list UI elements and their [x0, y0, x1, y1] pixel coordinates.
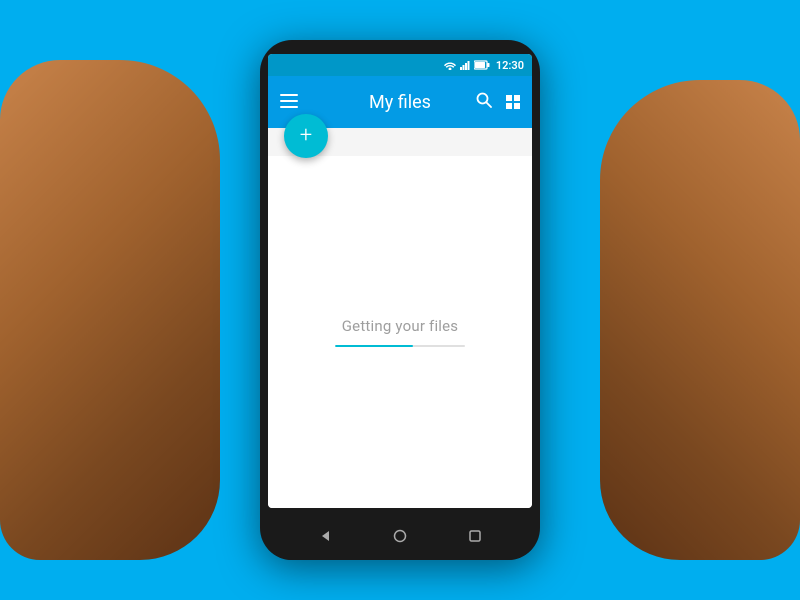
- content-area: Getting your files: [268, 156, 532, 508]
- recents-button[interactable]: [455, 516, 495, 556]
- home-button[interactable]: [380, 516, 420, 556]
- fab-plus-icon: +: [300, 125, 312, 147]
- battery-icon: [474, 60, 490, 70]
- status-bar: 12:30: [268, 54, 532, 76]
- nav-bar: [268, 512, 532, 560]
- phone: 12:30 My files: [260, 40, 540, 560]
- search-icon[interactable]: [476, 92, 492, 112]
- hand-left: [0, 60, 220, 560]
- progress-bar-fill: [335, 345, 413, 347]
- add-file-fab[interactable]: +: [284, 114, 328, 158]
- app-bar-right: [476, 92, 520, 112]
- hand-right: [600, 80, 800, 560]
- app-bar-left: [280, 94, 298, 111]
- signal-icon: [460, 60, 470, 70]
- phone-screen: 12:30 My files: [268, 54, 532, 508]
- loading-text: Getting your files: [342, 317, 458, 335]
- clock: 12:30: [496, 59, 524, 72]
- grid-view-icon[interactable]: [506, 95, 520, 109]
- hamburger-menu-icon[interactable]: [280, 94, 298, 111]
- fab-container: +: [268, 128, 532, 156]
- progress-bar: [335, 345, 465, 347]
- back-button[interactable]: [305, 516, 345, 556]
- wifi-icon: [444, 60, 456, 70]
- status-icons: 12:30: [444, 59, 524, 72]
- app-bar-title: My files: [369, 92, 431, 113]
- scene: 12:30 My files: [0, 0, 800, 600]
